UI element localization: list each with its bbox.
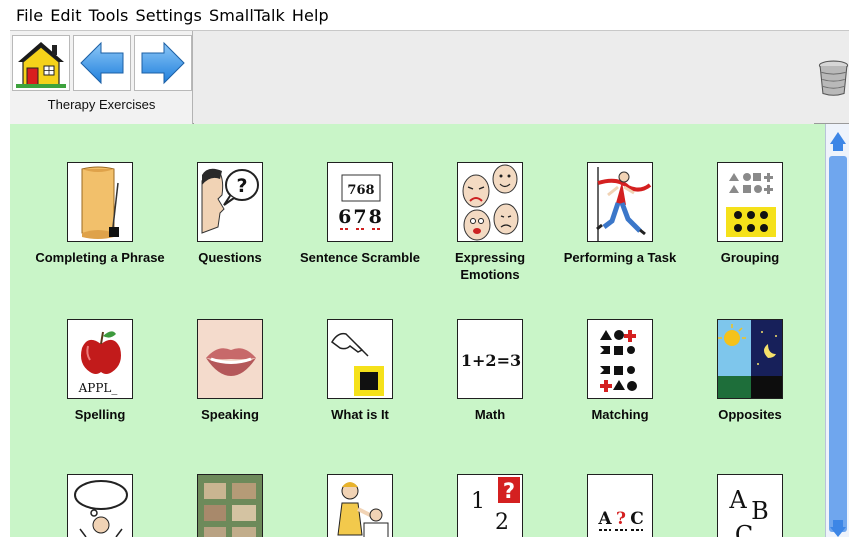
cell-completing-a-phrase[interactable]: Completing a Phrase	[35, 162, 165, 266]
forward-button[interactable]	[134, 35, 192, 91]
svg-text:B: B	[751, 497, 769, 525]
toolbar: Therapy Exercises	[10, 30, 849, 124]
tile-label: Sentence Scramble	[300, 250, 420, 265]
cell-sentence-scramble[interactable]: 768 678 Sentence Scramble	[295, 162, 425, 266]
runner-finish-icon	[587, 162, 653, 242]
cell-rooms[interactable]	[165, 474, 295, 537]
menu-help[interactable]: Help	[292, 6, 329, 25]
cell-thinking[interactable]	[35, 474, 165, 537]
question-speech-icon: ?	[197, 162, 263, 242]
thinking-person-icon	[67, 474, 133, 537]
cell-matching[interactable]: Matching	[555, 319, 685, 423]
navigation-panel: Therapy Exercises	[10, 31, 193, 124]
svg-text:A: A	[728, 486, 747, 514]
menu-tools[interactable]: Tools	[89, 6, 129, 25]
menu-bar: File Edit Tools Settings SmallTalk Help	[10, 0, 849, 30]
svg-text:C: C	[735, 521, 753, 537]
tile-label: Expressing Emotions	[454, 250, 526, 282]
tile-label: Grouping	[720, 250, 780, 265]
home-button[interactable]	[12, 35, 70, 91]
tile-label: Performing a Task	[563, 250, 677, 265]
cell-math[interactable]: 1+2=3 Math	[425, 319, 555, 423]
arrow-right-icon	[141, 41, 185, 85]
svg-text:APPL_: APPL_	[78, 381, 118, 395]
cell-letter-sequence[interactable]: A ? C	[555, 474, 685, 537]
board-title: Therapy Exercises	[47, 97, 156, 112]
svg-text:1: 1	[471, 489, 485, 514]
cell-what-is-it[interactable]: What is It	[295, 319, 425, 423]
tile-label: Completing a Phrase	[35, 250, 165, 265]
alphabet-icon: A B C	[717, 474, 783, 537]
tile-label: What is It	[331, 407, 389, 422]
trash-can-icon	[818, 60, 849, 96]
tile-label: Opposites	[718, 407, 782, 422]
tile-label: Math	[474, 407, 506, 422]
pointing-hand-icon	[327, 319, 393, 399]
svg-text:1+2=3: 1+2=3	[461, 351, 521, 370]
cell-caregiver[interactable]	[295, 474, 425, 537]
message-area[interactable]	[194, 31, 814, 124]
cell-questions[interactable]: ? Questions	[165, 162, 295, 266]
vertical-scrollbar[interactable]	[825, 124, 849, 537]
menu-file[interactable]: File	[16, 6, 43, 25]
scroll-thumb[interactable]	[829, 156, 847, 532]
cell-alphabet[interactable]: A B C	[685, 474, 815, 537]
matching-shapes-icon	[587, 319, 653, 399]
cell-grouping[interactable]: Grouping	[685, 162, 815, 266]
number-scramble-icon: 768 678	[327, 162, 393, 242]
caregiver-icon	[327, 474, 393, 537]
number-sequence-icon: ? 1 2	[457, 474, 523, 537]
svg-text:678: 678	[338, 206, 384, 228]
menu-settings[interactable]: Settings	[136, 6, 202, 25]
menu-edit[interactable]: Edit	[50, 6, 81, 25]
cell-performing-a-task[interactable]: Performing a Task	[555, 162, 685, 266]
scroll-up-arrow-icon[interactable]	[829, 130, 847, 152]
svg-text:?: ?	[236, 175, 247, 197]
svg-text:?: ?	[503, 479, 515, 503]
lips-icon	[197, 319, 263, 399]
menu-smalltalk[interactable]: SmallTalk	[209, 6, 285, 25]
tile-label: Spelling	[74, 407, 126, 422]
tile-label: Speaking	[201, 407, 259, 422]
cell-opposites[interactable]: Opposites	[685, 319, 815, 423]
tile-label: Questions	[198, 250, 262, 265]
arrow-left-icon	[80, 41, 124, 85]
svg-text:2: 2	[495, 510, 509, 535]
scroll-quill-icon	[67, 162, 133, 242]
trash-button[interactable]	[818, 51, 849, 105]
tile-label: Matching	[591, 407, 649, 422]
rooms-icon	[197, 474, 263, 537]
cell-number-sequence[interactable]: ? 1 2	[425, 474, 555, 537]
faces-emotions-icon	[457, 162, 523, 242]
cell-speaking[interactable]: Speaking	[165, 319, 295, 423]
svg-text:C: C	[630, 509, 644, 529]
day-night-icon	[717, 319, 783, 399]
math-equation-icon: 1+2=3	[457, 319, 523, 399]
svg-text:A: A	[597, 509, 612, 529]
scroll-down-arrow-icon[interactable]	[829, 520, 847, 537]
cell-spelling[interactable]: APPL_ Spelling	[35, 319, 165, 423]
home-icon	[16, 42, 66, 88]
back-button[interactable]	[73, 35, 131, 91]
grouping-shapes-icon	[717, 162, 783, 242]
svg-text:768: 768	[347, 183, 374, 198]
cell-expressing-emotions[interactable]: Expressing Emotions	[425, 162, 555, 283]
svg-text:?: ?	[616, 509, 626, 529]
apple-spelling-icon: APPL_	[67, 319, 133, 399]
letter-sequence-icon: A ? C	[587, 474, 653, 537]
symbol-board: Completing a Phrase ? Questions 768 678	[10, 124, 825, 537]
